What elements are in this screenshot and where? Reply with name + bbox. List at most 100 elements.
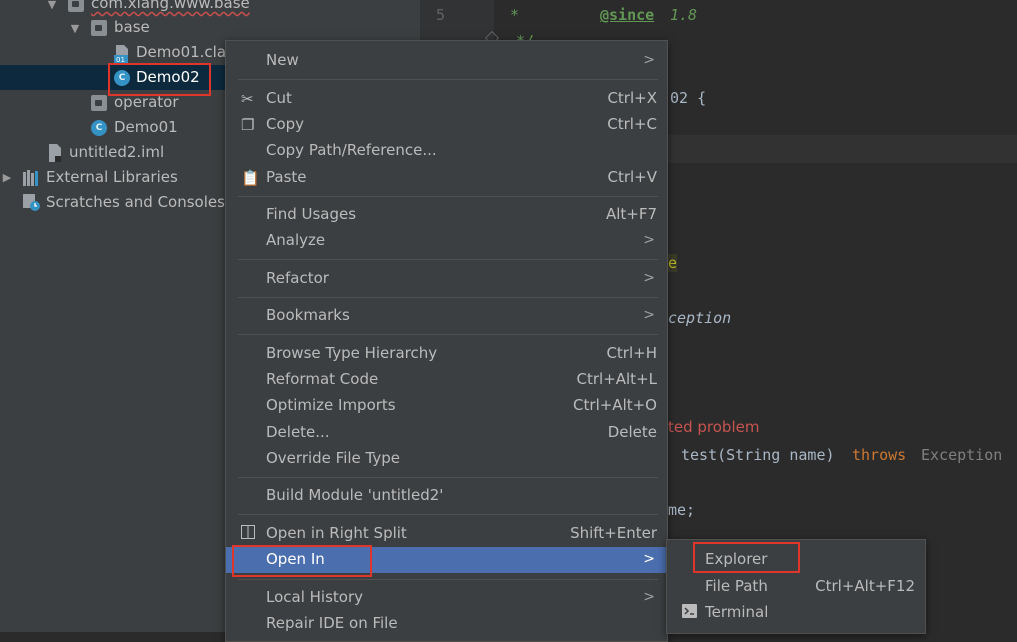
chevron-right-icon: > bbox=[643, 551, 655, 567]
menu-item-reformat-code[interactable]: Reformat Code Ctrl+Alt+L bbox=[226, 367, 667, 393]
terminal-icon bbox=[682, 604, 700, 622]
menu-item-delete[interactable]: Delete... Delete bbox=[226, 420, 667, 446]
menu-item-cut[interactable]: ✂ Cut Ctrl+X bbox=[226, 86, 667, 112]
chevron-right-icon[interactable]: ▶ bbox=[1, 172, 13, 184]
menu-item-label: Copy bbox=[266, 115, 305, 133]
package-folder-icon bbox=[68, 0, 84, 12]
chevron-right-icon: > bbox=[643, 232, 655, 248]
menu-separator bbox=[238, 334, 658, 335]
menu-item-label: Reformat Code bbox=[266, 370, 379, 388]
code-fragment: ception bbox=[668, 309, 732, 327]
menu-item-optimize-imports[interactable]: Optimize Imports Ctrl+Alt+O bbox=[226, 393, 667, 419]
keyword-throws: throws bbox=[852, 446, 907, 464]
menu-shortcut: Ctrl+V bbox=[607, 168, 657, 186]
tree-item-label: Demo01.clas bbox=[136, 43, 234, 61]
menu-separator bbox=[238, 79, 658, 80]
menu-item-build-module[interactable]: Build Module 'untitled2' bbox=[226, 483, 667, 509]
menu-item-label: Browse Type Hierarchy bbox=[266, 344, 438, 362]
menu-item-label: Local History bbox=[266, 588, 364, 606]
menu-item-label: Delete... bbox=[266, 423, 330, 441]
menu-shortcut: Ctrl+H bbox=[606, 344, 657, 362]
chevron-right-icon: > bbox=[643, 307, 655, 323]
chevron-down-icon[interactable]: ▼ bbox=[69, 23, 81, 35]
menu-item-repair-ide[interactable]: Repair IDE on File bbox=[226, 611, 667, 637]
chevron-right-icon: > bbox=[643, 52, 655, 68]
menu-item-label: Refactor bbox=[266, 269, 329, 287]
menu-item-label: Paste bbox=[266, 168, 307, 186]
menu-item-copy[interactable]: ❐ Copy Ctrl+C bbox=[226, 112, 667, 138]
scratch-icon bbox=[23, 194, 40, 211]
module-file-icon bbox=[47, 144, 63, 162]
menu-item-label: File Path bbox=[705, 577, 768, 595]
menu-item-local-history[interactable]: Local History > bbox=[226, 585, 667, 611]
menu-item-analyze[interactable]: Analyze > bbox=[226, 228, 667, 254]
menu-shortcut: Delete bbox=[607, 423, 657, 441]
menu-shortcut: Ctrl+Alt+L bbox=[576, 370, 658, 388]
menu-item-copy-path[interactable]: Copy Path/Reference... bbox=[226, 138, 667, 164]
menu-item-label: Repair IDE on File bbox=[266, 614, 398, 632]
menu-item-label: Override File Type bbox=[266, 449, 400, 467]
menu-shortcut: Ctrl+X bbox=[607, 89, 657, 107]
code-fragment: e bbox=[668, 254, 678, 272]
menu-separator bbox=[238, 259, 658, 260]
tree-item-label: untitled2.iml bbox=[69, 143, 165, 161]
chevron-right-icon: > bbox=[643, 270, 655, 286]
scissors-icon: ✂ bbox=[241, 90, 254, 108]
annotation-box-demo02 bbox=[108, 63, 211, 96]
menu-item-new[interactable]: New > bbox=[226, 48, 667, 74]
menu-separator bbox=[238, 196, 658, 197]
javadoc-tag: @since bbox=[600, 6, 655, 24]
tree-item-label: External Libraries bbox=[46, 168, 178, 186]
package-folder-icon bbox=[91, 95, 107, 111]
chevron-right-icon: > bbox=[643, 589, 655, 605]
menu-item-refactor[interactable]: Refactor > bbox=[226, 266, 667, 292]
menu-item-find-usages[interactable]: Find Usages Alt+F7 bbox=[226, 202, 667, 228]
code-fragment: 02 { bbox=[670, 89, 707, 107]
menu-shortcut: Alt+F7 bbox=[605, 205, 657, 223]
menu-shortcut: Shift+Enter bbox=[570, 524, 657, 542]
menu-item-label: Terminal bbox=[705, 603, 769, 621]
menu-item-open-right-split[interactable]: Open in Right Split Shift+Enter bbox=[226, 521, 667, 547]
menu-item-file-path[interactable]: File Path Ctrl+Alt+F12 bbox=[667, 574, 925, 600]
java-class-icon: C bbox=[91, 120, 107, 136]
menu-item-browse-hierarchy[interactable]: Browse Type Hierarchy Ctrl+H bbox=[226, 341, 667, 367]
inline-error-hint: ted problem bbox=[668, 418, 760, 436]
menu-separator bbox=[238, 297, 658, 298]
annotation-box-open-in bbox=[232, 545, 372, 577]
code-fragment: Exception bbox=[921, 446, 1003, 464]
menu-item-label: Analyze bbox=[266, 231, 326, 249]
code-fragment: me; bbox=[668, 501, 696, 519]
tree-item-label: com.xiang.www.base bbox=[91, 0, 250, 12]
menu-item-terminal[interactable]: Terminal bbox=[667, 600, 925, 626]
javadoc-value: 1.8 bbox=[670, 6, 698, 24]
menu-item-paste[interactable]: 📋 Paste Ctrl+V bbox=[226, 165, 667, 191]
menu-shortcut: Ctrl+Alt+F12 bbox=[815, 577, 915, 595]
menu-shortcut: Ctrl+Alt+O bbox=[573, 396, 657, 414]
menu-item-label: Bookmarks bbox=[266, 306, 350, 324]
menu-separator bbox=[238, 579, 658, 580]
menu-item-label: Build Module 'untitled2' bbox=[266, 486, 444, 504]
code-fragment: test(String name) bbox=[681, 446, 835, 464]
svg-text:01: 01 bbox=[116, 56, 125, 63]
menu-item-label: Optimize Imports bbox=[266, 396, 396, 414]
library-icon bbox=[23, 170, 39, 186]
menu-item-label: Copy Path/Reference... bbox=[266, 141, 437, 159]
menu-item-bookmarks[interactable]: Bookmarks > bbox=[226, 303, 667, 329]
menu-item-label: Cut bbox=[266, 89, 292, 107]
chevron-down-icon[interactable]: ▼ bbox=[46, 0, 58, 11]
clipboard-icon: 📋 bbox=[241, 169, 260, 187]
class-file-icon: 01 bbox=[114, 45, 130, 64]
menu-item-label: Open in Right Split bbox=[266, 524, 407, 542]
package-folder-icon bbox=[91, 20, 107, 36]
annotation-box-explorer bbox=[693, 542, 800, 573]
menu-shortcut: Ctrl+C bbox=[607, 115, 657, 133]
copy-icon: ❐ bbox=[241, 116, 255, 134]
tree-item-label: Scratches and Consoles bbox=[46, 193, 225, 211]
menu-item-label: New bbox=[266, 51, 299, 69]
menu-item-override-file-type[interactable]: Override File Type bbox=[226, 446, 667, 472]
menu-separator bbox=[238, 514, 658, 515]
tree-item-package-base[interactable]: ▼ base bbox=[0, 16, 420, 41]
comment-text: * bbox=[510, 6, 520, 24]
tree-item-package-base-root[interactable]: ▼ com.xiang.www.base bbox=[0, 0, 420, 17]
tree-item-label: base bbox=[114, 18, 150, 36]
